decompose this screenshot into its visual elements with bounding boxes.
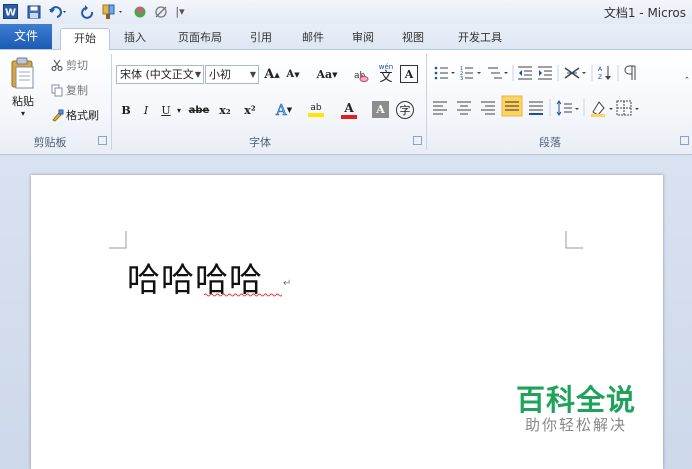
svg-text:A: A (598, 66, 603, 73)
grow-font-label: A (264, 67, 275, 82)
bullets-icon[interactable] (434, 66, 455, 80)
margin-corner-top-left (109, 231, 127, 249)
save-icon[interactable] (26, 3, 42, 20)
tab-file[interactable]: 文件 (0, 24, 52, 49)
more-paragraph-icon[interactable]: ‸ (682, 64, 692, 82)
change-case-label: Aa (316, 68, 333, 81)
tab-insert[interactable]: 插入 (115, 28, 155, 48)
change-case-button[interactable]: Aa ▼ (312, 65, 342, 84)
increase-indent-icon[interactable] (538, 66, 552, 80)
shrink-font-button[interactable]: A ▼ (284, 65, 302, 84)
paste-dropdown-icon[interactable]: ▾ (17, 108, 29, 118)
distributed-align-icon[interactable] (529, 101, 543, 115)
bold-button[interactable]: B (118, 100, 134, 120)
tab-home[interactable]: 开始 (60, 28, 110, 50)
highlight-label: ab (310, 103, 322, 113)
paragraph-group-label: 段落 (539, 136, 561, 149)
italic-button[interactable]: I (138, 100, 154, 120)
clipboard-launcher-icon[interactable] (98, 136, 107, 145)
font-color-swatch (341, 114, 357, 119)
spellcheck-underline (204, 293, 282, 297)
font-name-combo[interactable]: 宋体 (中文正文 ▼ (116, 65, 204, 84)
shading-icon[interactable] (591, 101, 613, 117)
tab-page-layout[interactable]: 页面布局 (170, 28, 230, 48)
strikethrough-button[interactable]: abe (186, 100, 212, 120)
cut-icon[interactable] (50, 58, 64, 72)
margin-corner-top-right (565, 231, 583, 249)
tab-view[interactable]: 视图 (396, 28, 430, 48)
font-color-label: A (344, 100, 354, 115)
group-divider (111, 54, 112, 150)
superscript-button[interactable]: x² (240, 100, 260, 120)
clipboard-group-label: 剪贴板 (33, 136, 67, 149)
copy-icon[interactable] (50, 83, 64, 97)
justify-icon[interactable] (501, 95, 523, 117)
line-spacing-icon[interactable] (556, 100, 579, 116)
text-effects-icon: A (275, 101, 287, 120)
font-size-value: 小初 (209, 68, 231, 81)
font-group-label: 字体 (249, 136, 271, 149)
align-center-icon[interactable] (457, 101, 471, 115)
underline-dropdown-icon[interactable]: ▾ (174, 100, 184, 120)
decrease-indent-icon[interactable] (518, 66, 532, 80)
svg-text:3: 3 (460, 76, 463, 82)
character-border-button[interactable]: A (400, 65, 418, 83)
shrink-font-label: A (286, 69, 295, 80)
align-right-icon[interactable] (481, 101, 495, 115)
ribbon-tabs: 文件 开始 插入 页面布局 引用 邮件 审阅 视图 开发工具 (0, 24, 692, 50)
no-format-icon[interactable] (153, 3, 169, 20)
watermark-title: 百科全说 (516, 383, 637, 417)
paragraph-mark-icon: ↵ (283, 278, 292, 289)
phonetic-guide-button[interactable]: wén 文 (375, 62, 397, 84)
tab-review[interactable]: 审阅 (346, 28, 380, 48)
chevron-down-icon: ▼ (194, 70, 201, 79)
chevron-down-icon: ▼ (249, 70, 256, 79)
subscript-button[interactable]: x₂ (215, 100, 235, 120)
text-highlight-button[interactable]: ab (302, 100, 330, 120)
show-hide-marks-icon[interactable] (624, 65, 636, 80)
format-painter-button[interactable]: 格式刷 (66, 108, 106, 122)
redo-icon[interactable] (80, 3, 96, 20)
font-launcher-icon[interactable] (413, 136, 422, 145)
sort-icon[interactable]: AZ (598, 66, 611, 81)
font-name-value: 宋体 (中文正文 (120, 68, 194, 81)
group-divider (426, 54, 427, 150)
undo-icon[interactable] (48, 3, 70, 20)
chinese-layout-icon[interactable] (564, 67, 586, 79)
format-painter-icon[interactable] (50, 108, 64, 122)
font-size-combo[interactable]: 小初 ▼ (205, 65, 259, 84)
paste-button[interactable]: 粘贴 (8, 94, 38, 108)
numbering-icon[interactable]: 123 (460, 66, 481, 82)
copy-button[interactable]: 复制 (66, 83, 94, 97)
title-bar: W |▾ 文档1 - Micros (0, 0, 692, 24)
highlight-color-swatch (308, 113, 324, 117)
svg-text:W: W (4, 8, 15, 19)
font-color-button[interactable]: A (335, 100, 363, 120)
word-app-icon[interactable]: W (2, 3, 18, 20)
character-shading-button[interactable]: A (372, 101, 389, 118)
text-effects-button[interactable]: A ▼ (270, 100, 298, 120)
ribbon: 粘贴 ▾ 剪切 复制 格式刷 剪贴板 宋体 (中文正文 ▼ 小初 ▼ A ▲ A ▼… (0, 50, 692, 155)
align-left-icon[interactable] (433, 101, 447, 115)
tab-mailings[interactable]: 邮件 (296, 28, 330, 48)
tab-developer[interactable]: 开发工具 (450, 28, 510, 48)
paragraph-launcher-icon[interactable] (680, 136, 689, 145)
watermark-subtitle: 助你轻松解决 (525, 416, 628, 434)
customize-qat-icon[interactable]: |▾ (172, 3, 188, 20)
paste-icon[interactable] (8, 54, 38, 94)
tab-references[interactable]: 引用 (244, 28, 278, 48)
multilevel-list-icon[interactable] (488, 67, 508, 79)
borders-icon[interactable] (616, 100, 639, 116)
svg-text:Z: Z (598, 74, 602, 81)
grow-font-button[interactable]: A ▲ (263, 65, 281, 84)
paragraph-controls: 123 AZ (433, 65, 639, 117)
clear-formatting-icon[interactable]: ab (352, 65, 370, 84)
cut-button[interactable]: 剪切 (66, 58, 94, 72)
color-icon[interactable] (132, 3, 148, 20)
format-painter-qat-icon[interactable] (101, 3, 127, 20)
underline-button[interactable]: U (158, 100, 174, 120)
window-title: 文档1 - Micros (603, 6, 686, 20)
wen-glyph-icon: 文 (379, 69, 393, 85)
enclose-characters-button[interactable]: 字 (396, 101, 414, 119)
